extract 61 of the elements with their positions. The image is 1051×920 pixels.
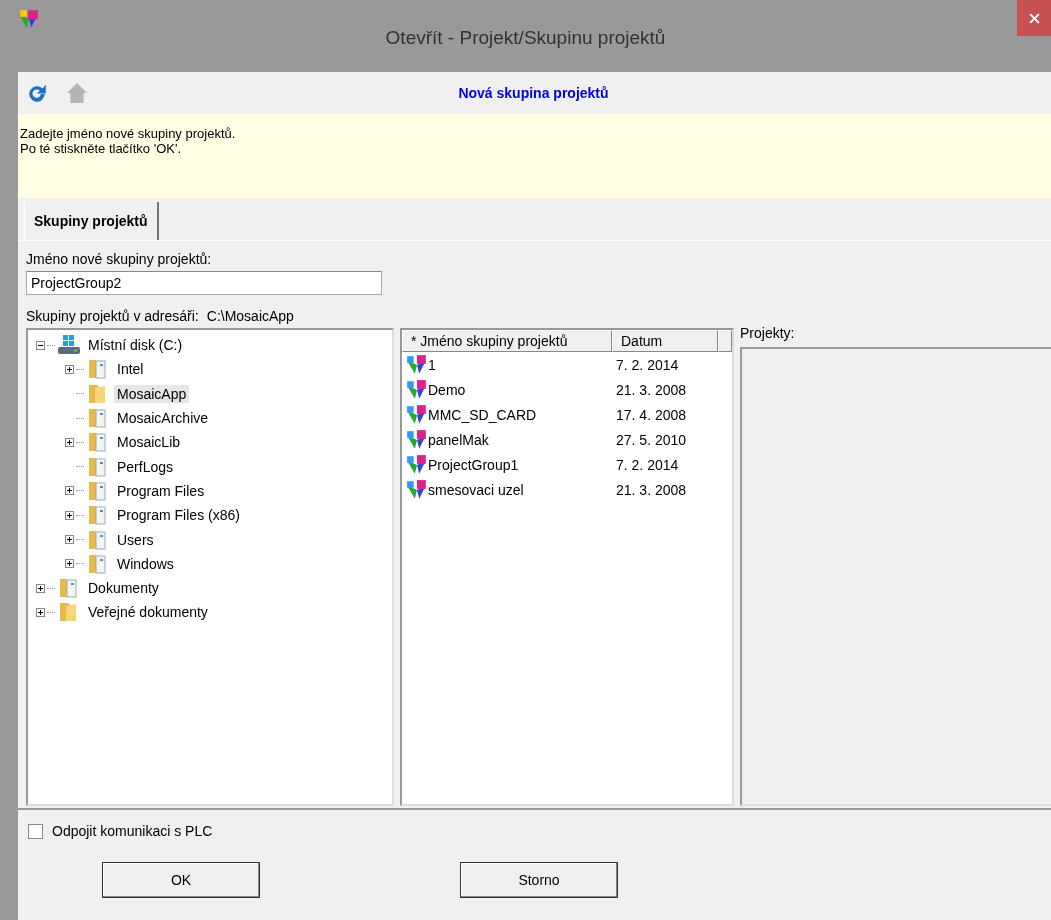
group-date: 7. 2. 2014 bbox=[616, 456, 679, 473]
refresh-icon[interactable] bbox=[26, 82, 48, 104]
group-date: 17. 4. 2008 bbox=[616, 406, 687, 423]
project-group-icon bbox=[406, 428, 428, 451]
tree-item[interactable]: Windows bbox=[114, 554, 177, 573]
close-button[interactable] bbox=[1017, 0, 1051, 36]
projects-label: Projekty: bbox=[740, 325, 796, 343]
tree-item[interactable]: MosaicArchive bbox=[114, 409, 212, 428]
group-name[interactable]: 1 bbox=[428, 356, 616, 373]
group-name[interactable]: MMC_SD_CARD bbox=[428, 406, 616, 423]
group-date: 21. 3. 2008 bbox=[616, 381, 687, 398]
project-group-icon bbox=[406, 403, 428, 426]
expander-icon[interactable] bbox=[36, 340, 47, 350]
cancel-button[interactable]: Storno bbox=[460, 862, 618, 898]
window-title: Otevřít - Projekt/Skupinu projektů bbox=[384, 27, 667, 49]
expander-icon[interactable] bbox=[65, 535, 76, 544]
tree-item[interactable]: Veřejné dokumenty bbox=[85, 603, 211, 622]
project-group-icon bbox=[406, 378, 428, 401]
tree-item[interactable]: Program Files bbox=[114, 481, 208, 500]
project-group-icon bbox=[406, 353, 428, 376]
instruction-text: Zadejte jméno nové skupiny projektů. bbox=[20, 126, 237, 141]
group-date: 27. 5. 2010 bbox=[616, 431, 687, 448]
expander-icon[interactable] bbox=[65, 510, 76, 520]
tab[interactable]: Skupiny projektů bbox=[24, 202, 159, 240]
project-group-icon bbox=[406, 478, 428, 501]
group-date: 7. 2. 2014 bbox=[616, 356, 679, 373]
close-icon bbox=[1028, 12, 1040, 24]
instruction-text: Po té stiskněte tlačítko 'OK'. bbox=[20, 141, 183, 156]
name-field[interactable]: ProjectGroup2 bbox=[26, 271, 382, 295]
tree-item[interactable]: Intel bbox=[114, 360, 147, 379]
tree-item[interactable]: MosaicApp bbox=[114, 384, 190, 403]
expander-icon[interactable] bbox=[36, 583, 47, 593]
checkbox-label: Odpojit komunikaci s PLC bbox=[52, 823, 213, 839]
tree-item[interactable]: MosaicLib bbox=[114, 433, 184, 452]
tree-item[interactable]: PerfLogs bbox=[114, 457, 177, 476]
tree-item[interactable]: Dokumenty bbox=[85, 579, 162, 598]
column-header[interactable] bbox=[718, 330, 732, 352]
project-group-icon bbox=[406, 453, 428, 476]
expander-icon[interactable] bbox=[65, 364, 76, 374]
directory-label: Skupiny projektů v adresáři: bbox=[26, 308, 199, 324]
app-logo-icon bbox=[18, 8, 40, 30]
group-date: 21. 3. 2008 bbox=[616, 481, 687, 498]
tree-item[interactable]: Místní disk (C:) bbox=[85, 336, 186, 355]
dialog-heading: Nová skupina projektů bbox=[457, 85, 610, 101]
field-label: Jméno nové skupiny projektů: bbox=[26, 251, 213, 267]
group-name[interactable]: smesovaci uzel bbox=[428, 481, 616, 498]
group-name[interactable]: panelMak bbox=[428, 431, 616, 448]
group-name[interactable]: ProjectGroup1 bbox=[428, 456, 616, 473]
directory-path: C:\MosaicApp bbox=[206, 308, 294, 324]
expander-icon[interactable] bbox=[65, 486, 76, 496]
expander-icon[interactable] bbox=[65, 559, 76, 569]
expander-icon[interactable] bbox=[65, 437, 76, 447]
drive-icon bbox=[57, 335, 81, 356]
tree-item[interactable]: Program Files (x86) bbox=[114, 506, 243, 525]
checkbox[interactable] bbox=[28, 823, 43, 839]
ok-button[interactable]: OK bbox=[102, 862, 260, 898]
expander-icon[interactable] bbox=[36, 607, 47, 617]
column-header[interactable]: Datum bbox=[612, 330, 718, 352]
column-header[interactable]: * Jméno skupiny projektů bbox=[402, 330, 612, 352]
group-name[interactable]: Demo bbox=[428, 381, 616, 398]
tree-item[interactable]: Users bbox=[114, 530, 157, 549]
